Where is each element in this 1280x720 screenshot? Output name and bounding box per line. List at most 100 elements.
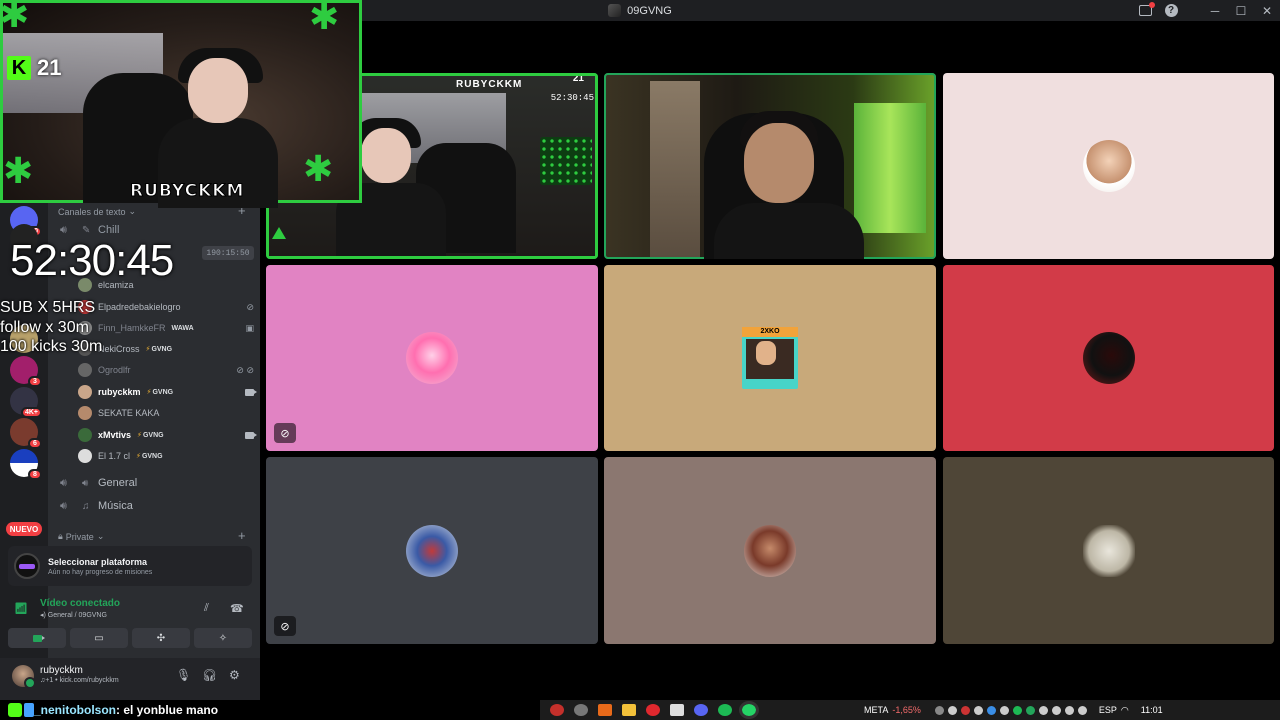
minimize-button[interactable]: ─: [1202, 0, 1228, 21]
category-text-channels[interactable]: Canales de texto ⌄: [58, 206, 136, 217]
voice-user-name: NekiCross: [98, 344, 140, 354]
microphone-icon[interactable]: 🎙︎: [176, 668, 191, 682]
headphones-icon[interactable]: 🎧︎: [202, 668, 217, 682]
muted-icons: ⊘ ⊘: [236, 364, 254, 375]
inbox-button[interactable]: [1132, 0, 1158, 21]
voice-user[interactable]: SEKATE KAKA: [78, 403, 254, 423]
voice-user[interactable]: Finn_HamkkeFR WAWA ▣: [78, 318, 254, 338]
leaf-decoration: ✱: [303, 148, 334, 189]
kick-count: 21: [37, 55, 62, 80]
tray-icon[interactable]: [973, 705, 983, 715]
wifi-icon[interactable]: ◠: [1121, 705, 1129, 716]
user-tag: ⚡ GVNG: [136, 452, 163, 461]
voice-user[interactable]: Elpadredebakielogro ⊘: [78, 297, 254, 317]
stock-change: -1,65%: [892, 705, 921, 715]
clock[interactable]: 11:01: [1141, 705, 1163, 715]
calendar-icon[interactable]: [670, 704, 684, 716]
help-button[interactable]: ?: [1158, 0, 1184, 21]
voice-status[interactable]: Vídeo conectado: [40, 598, 120, 609]
record-icon[interactable]: [646, 704, 660, 716]
voice-user[interactable]: El 1.7 cl ⚡ GVNG: [78, 446, 254, 466]
tray-icon[interactable]: [960, 705, 970, 715]
window-title: 09GVNG: [608, 4, 672, 17]
video-tile-avatar[interactable]: ⊘: [266, 457, 598, 644]
user-panel: rubyckkm ♫+1 • kick.com/rubyckkm 🎙︎ 🎧︎ ⚙: [0, 658, 260, 700]
server-icon-5[interactable]: 4K+: [10, 387, 42, 418]
video-tile-avatar[interactable]: [943, 457, 1274, 644]
screen-share-button[interactable]: ▭: [70, 628, 128, 648]
category-label: Canales de texto: [58, 206, 126, 217]
avatar: [406, 524, 458, 577]
user-tag: ⚡ GVNG: [146, 388, 174, 397]
avatar: [78, 363, 92, 377]
folder-icon[interactable]: [622, 704, 636, 716]
add-channel-icon[interactable]: +: [238, 528, 246, 543]
whatsapp-icon[interactable]: [739, 701, 759, 719]
avatar: [1082, 140, 1135, 192]
activities-button[interactable]: ✣: [132, 628, 190, 648]
leaf-decoration: ✱: [3, 150, 34, 191]
close-button[interactable]: ✕: [1254, 0, 1280, 21]
opera-icon[interactable]: [550, 704, 564, 716]
signal-icon[interactable]: 📶︎: [14, 602, 28, 616]
discord-icon[interactable]: [694, 704, 708, 716]
soundboard-button[interactable]: ✧: [194, 628, 252, 648]
tray-icon[interactable]: [1051, 705, 1061, 715]
user-tag: ⚡ GVNG: [137, 431, 164, 440]
camera-icon: [245, 388, 257, 396]
tag-label: GVNG: [142, 431, 164, 439]
keyboard-language[interactable]: ESP: [1099, 705, 1117, 715]
tray-icon[interactable]: [1077, 705, 1087, 715]
category-private[interactable]: 🔒︎ Private ⌄: [58, 531, 104, 542]
video-tile-avatar[interactable]: ⊘: [266, 265, 598, 451]
leaf-decoration: ✱: [309, 0, 340, 37]
channel-general[interactable]: 🔊︎ 🔊︎ General: [60, 473, 255, 493]
voice-user[interactable]: rubyckkm ⚡ GVNG: [78, 382, 257, 402]
spotify-icon[interactable]: [718, 704, 732, 716]
server-icon-6[interactable]: 6: [10, 418, 42, 449]
quest-panel[interactable]: Seleccionar plataforma Aún no hay progre…: [8, 546, 252, 586]
tray-icon[interactable]: [934, 705, 944, 715]
video-tile-avatar[interactable]: [943, 73, 1274, 259]
avatar: [744, 524, 796, 577]
voice-user[interactable]: NekiCross ⚡ GVNG: [78, 339, 254, 359]
voice-actions: ▭ ✣ ✧: [8, 628, 252, 648]
muted-mic-icon: ⊘: [274, 423, 296, 443]
tray-icon[interactable]: [1038, 705, 1048, 715]
tray-icon[interactable]: [1012, 705, 1022, 715]
disconnect-icon[interactable]: ☎: [230, 602, 244, 615]
settings-icon[interactable]: [574, 704, 588, 716]
voice-user-name: Finn_HamkkeFR: [98, 323, 166, 333]
tray-icon[interactable]: [986, 705, 996, 715]
server-icon-7[interactable]: 8: [10, 449, 42, 480]
channel-musica[interactable]: 🔊︎ ♫ Música: [60, 496, 255, 516]
chat-message: _nenitobolson : el yonblue mano: [0, 700, 540, 720]
voice-user[interactable]: Ogrodlfr ⊘ ⊘: [78, 360, 254, 380]
noise-suppression-icon[interactable]: ⫽: [204, 602, 209, 615]
server-icon: [608, 4, 622, 17]
avatar[interactable]: [12, 665, 36, 689]
subscriber-badge: [8, 703, 22, 717]
tray-icon[interactable]: [947, 705, 957, 715]
app-icon[interactable]: [598, 704, 612, 716]
chat-badge: [24, 703, 34, 717]
tray-icon[interactable]: [1025, 705, 1035, 715]
video-tile-camera[interactable]: [604, 73, 936, 259]
server-badge: 3: [28, 376, 42, 387]
maximize-button[interactable]: ☐: [1228, 0, 1254, 21]
avatar: [406, 332, 458, 384]
camera-button[interactable]: [8, 628, 66, 648]
screen-share-icon: ▭: [94, 632, 104, 644]
voice-user[interactable]: xMvtivs ⚡ GVNG: [78, 425, 257, 445]
server-icon-4[interactable]: 3: [10, 356, 42, 387]
tray-icon[interactable]: [1064, 705, 1074, 715]
user-name[interactable]: rubyckkm: [40, 665, 83, 676]
gear-icon[interactable]: ⚙: [229, 668, 240, 682]
video-tile-avatar[interactable]: 2XKO: [604, 265, 936, 451]
video-tile-avatar[interactable]: [604, 457, 936, 644]
lock-icon: 🔒︎: [58, 531, 63, 541]
video-tile-avatar[interactable]: [943, 265, 1274, 451]
avatar: [78, 385, 92, 399]
tray-icon[interactable]: [999, 705, 1009, 715]
avatar: 2XKO: [742, 327, 798, 389]
